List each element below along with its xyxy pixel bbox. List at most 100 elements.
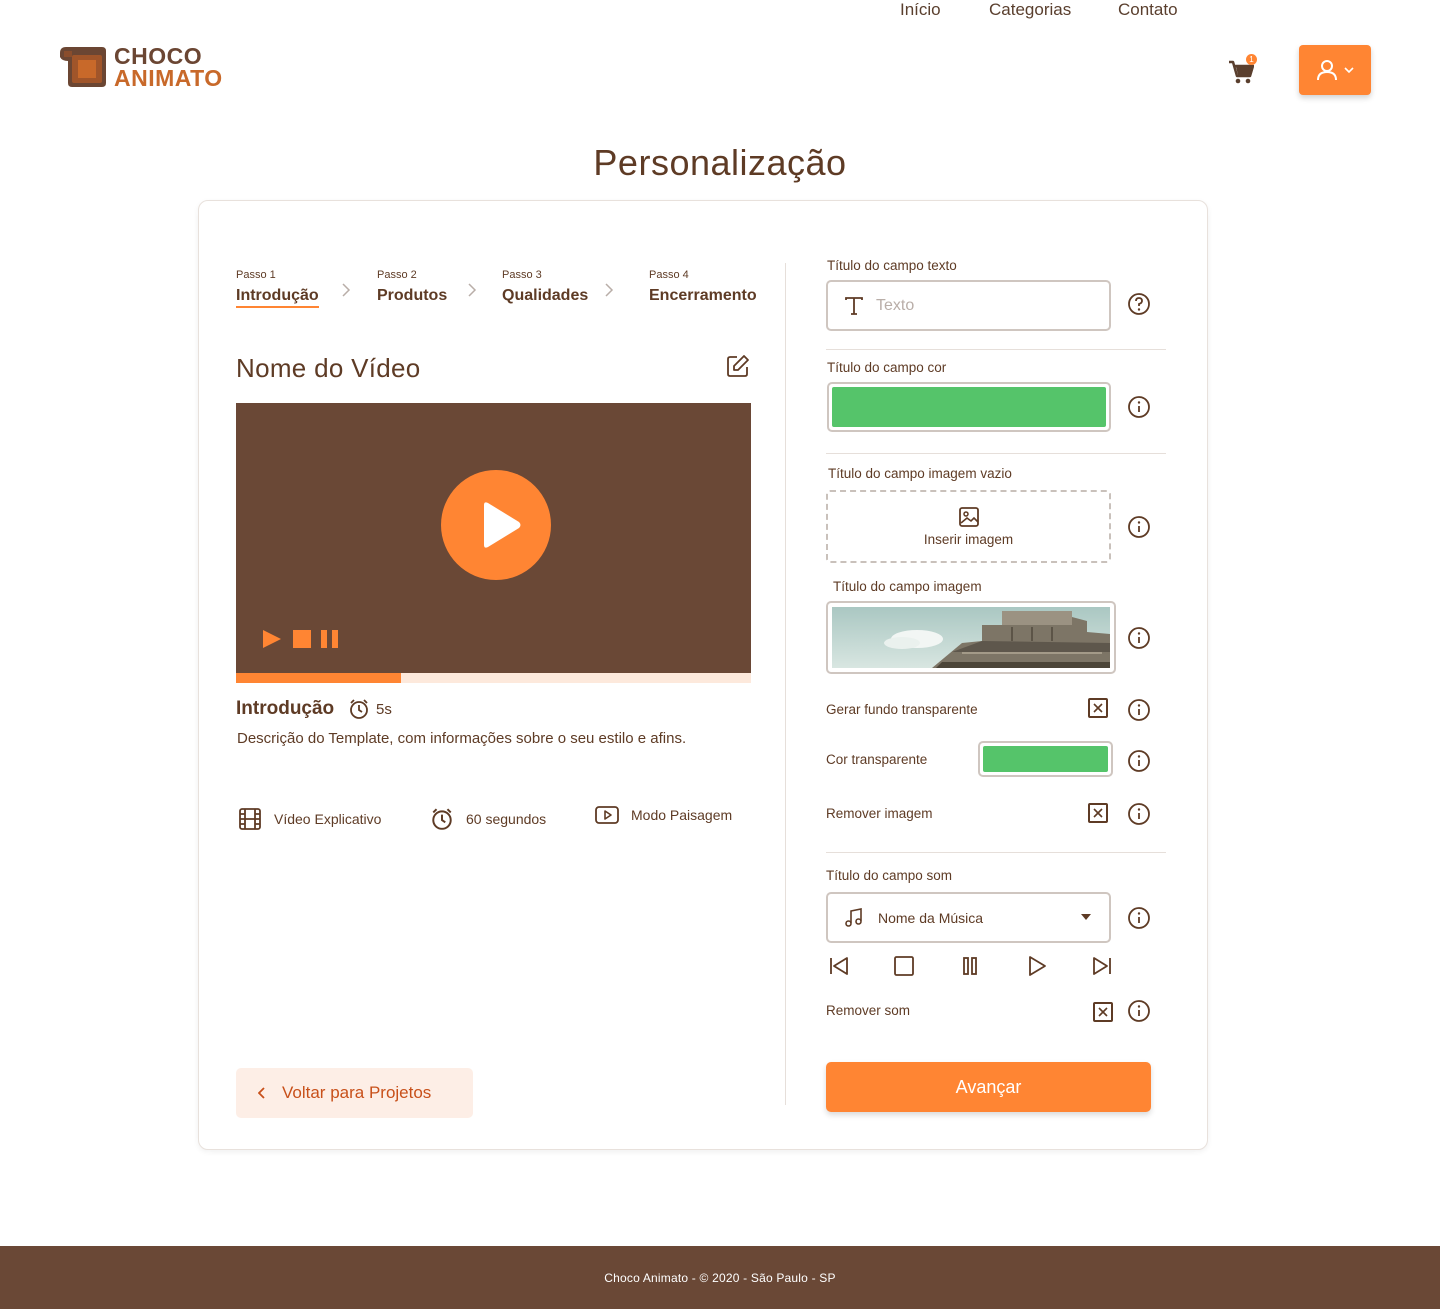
remove-sound-checkbox[interactable] (1093, 1002, 1113, 1022)
skip-back-icon[interactable] (828, 955, 850, 977)
chevron-left-icon (258, 1087, 265, 1099)
color-swatch (983, 746, 1108, 772)
info-icon[interactable] (1127, 395, 1151, 419)
meta-video-length: 60 segundos (430, 807, 546, 831)
close-icon (1093, 703, 1103, 713)
caret-down-icon (1081, 914, 1091, 920)
video-name: Nome do Vídeo (236, 353, 421, 383)
info-icon[interactable] (1127, 802, 1151, 826)
cart-badge: 1 (1246, 54, 1257, 65)
video-progress-fill (236, 673, 401, 683)
music-note-icon (845, 907, 862, 927)
info-icon[interactable] (1127, 626, 1151, 650)
sound-select-value: Nome da Música (878, 909, 984, 926)
info-icon[interactable] (1127, 749, 1151, 773)
section-divider (826, 453, 1166, 454)
color-swatch (832, 387, 1106, 427)
pause-icon[interactable] (959, 955, 981, 977)
remove-image-checkbox[interactable] (1088, 803, 1108, 823)
info-icon[interactable] (1127, 515, 1151, 539)
close-icon (1098, 1007, 1108, 1017)
personalization-card: Passo 1 Introdução Passo 2 Produtos Pass… (198, 200, 1208, 1150)
help-icon[interactable] (1127, 292, 1151, 316)
text-type-icon (845, 296, 863, 315)
image-field-label: Título do campo imagem (833, 579, 982, 594)
sound-field-label: Título do campo som (826, 868, 953, 883)
section-divider (826, 852, 1166, 853)
chocolate-logo-icon (60, 47, 106, 87)
transparent-color-label: Cor transparente (826, 752, 928, 767)
info-icon[interactable] (1127, 999, 1151, 1023)
chevron-right-icon (342, 283, 351, 297)
transparent-color-field[interactable] (978, 741, 1113, 777)
advance-button[interactable]: Avançar (826, 1062, 1151, 1112)
insert-image-text: Inserir imagem (923, 532, 1014, 547)
insert-image-dropzone[interactable]: Inserir imagem (826, 490, 1111, 563)
nav-contato[interactable]: Contato (1118, 0, 1178, 20)
stop-control-icon[interactable] (292, 629, 312, 649)
video-length-text: 60 segundos (466, 811, 547, 827)
cart-button[interactable]: 1 (1228, 54, 1258, 86)
play-icon[interactable] (1026, 955, 1048, 977)
back-to-projects-button[interactable]: Voltar para Projetos (236, 1068, 473, 1118)
transparent-bg-checkbox[interactable] (1088, 698, 1108, 718)
step-number: Passo 4 (649, 269, 689, 281)
step-number: Passo 2 (377, 269, 417, 281)
step-number: Passo 3 (502, 269, 542, 281)
film-icon (239, 808, 261, 830)
section-divider (826, 349, 1166, 350)
section-title: Introdução (236, 698, 335, 719)
page-title: Personalização (593, 142, 847, 183)
image-icon (958, 507, 979, 527)
remove-image-label: Remover imagem (826, 806, 933, 821)
play-control-icon[interactable] (262, 629, 282, 649)
step-number: Passo 1 (236, 269, 276, 281)
chevron-right-icon (605, 283, 614, 297)
image-field[interactable] (826, 601, 1116, 674)
step-name: Introdução (236, 287, 319, 308)
play-icon (484, 502, 521, 548)
color-field[interactable] (827, 382, 1111, 432)
step-name: Produtos (377, 287, 448, 304)
template-description: Descrição do Template, com informações s… (237, 730, 687, 747)
info-icon[interactable] (1127, 906, 1151, 930)
alarm-clock-icon (350, 699, 368, 719)
text-input[interactable] (876, 296, 1076, 315)
step-1[interactable]: Passo 1 Introdução (236, 269, 319, 308)
stop-icon[interactable] (893, 955, 915, 977)
text-field[interactable] (826, 280, 1111, 331)
footer-text: Choco Animato - © 2020 - São Paulo - SP (604, 1270, 836, 1285)
video-play-icon (595, 806, 619, 824)
color-field-label: Título do campo cor (827, 360, 947, 375)
building-image (832, 607, 1110, 668)
logo-line2: ANIMATO (114, 65, 223, 91)
edit-icon[interactable] (726, 354, 750, 378)
video-progress-bar[interactable] (236, 673, 751, 683)
remove-sound-label: Remover som (826, 1003, 911, 1018)
user-icon (1317, 60, 1337, 81)
nav-categorias[interactable]: Categorias (989, 0, 1071, 20)
image-empty-label: Título do campo imagem vazio (828, 466, 1012, 481)
sound-select[interactable]: Nome da Música (826, 892, 1111, 943)
step-4[interactable]: Passo 4 Encerramento (649, 269, 757, 305)
info-icon[interactable] (1127, 698, 1151, 722)
logo[interactable]: CHOCO ANIMATO (58, 43, 223, 91)
pause-control-icon[interactable] (320, 629, 340, 649)
video-type-text: Vídeo Explicativo (274, 811, 382, 827)
meta-video-type: Vídeo Explicativo (238, 807, 381, 831)
step-3[interactable]: Passo 3 Qualidades (502, 269, 588, 305)
play-big-button[interactable] (441, 470, 551, 580)
user-menu-button[interactable] (1299, 45, 1371, 95)
logo-text: CHOCO ANIMATO (114, 43, 223, 91)
logo-line1: CHOCO (114, 43, 203, 69)
nav-inicio[interactable]: Início (900, 0, 941, 20)
footer: Choco Animato - © 2020 - São Paulo - SP (0, 1246, 1440, 1309)
step-2[interactable]: Passo 2 Produtos (377, 269, 447, 305)
skip-forward-icon[interactable] (1091, 955, 1113, 977)
alarm-clock-icon (432, 808, 452, 830)
video-player[interactable] (236, 403, 751, 673)
meta-orientation: Modo Paisagem (595, 805, 732, 825)
chevron-right-icon (468, 283, 477, 297)
section-duration: 5s (376, 701, 392, 718)
transparent-bg-label: Gerar fundo transparente (826, 702, 978, 717)
